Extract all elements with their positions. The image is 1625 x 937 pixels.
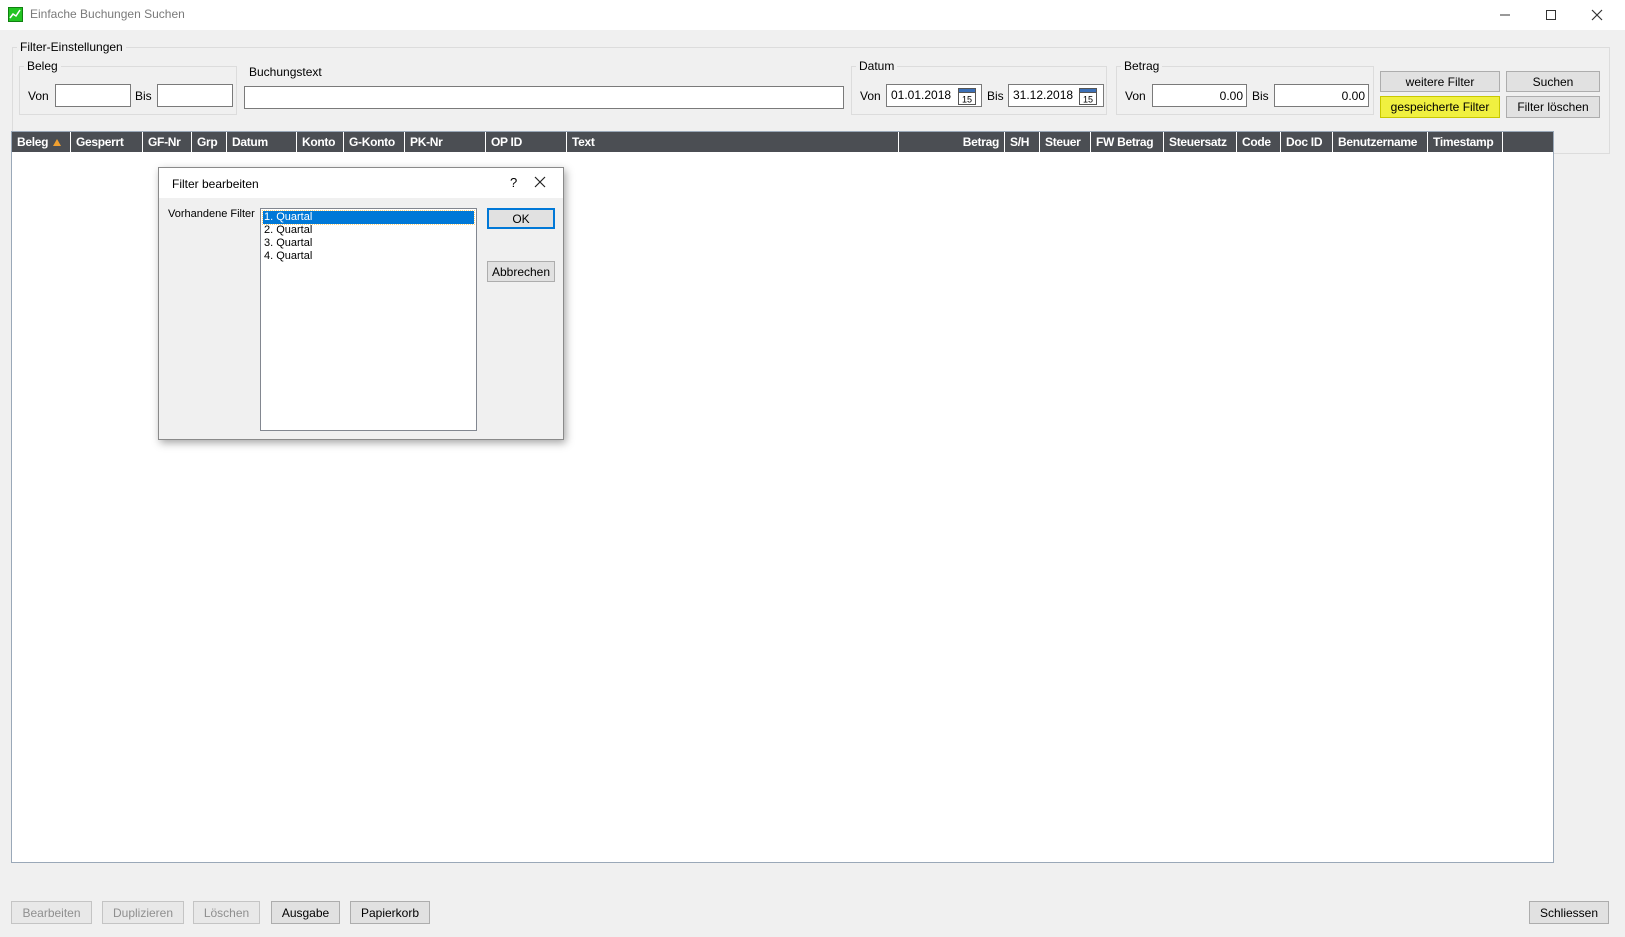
column-header-text[interactable]: Text <box>567 132 899 152</box>
datum-bis-calendar-button[interactable]: 15 <box>1079 87 1097 105</box>
beleg-label: Beleg <box>27 59 58 73</box>
column-header-pk-nr[interactable]: PK-Nr <box>405 132 486 152</box>
filter-settings-label: Filter-Einstellungen <box>20 40 123 54</box>
schliessen-button[interactable]: Schliessen <box>1529 901 1609 924</box>
dialog-help-button[interactable]: ? <box>510 175 517 190</box>
column-header-datum[interactable]: Datum <box>227 132 297 152</box>
dialog-title: Filter bearbeiten <box>172 177 259 191</box>
papierkorb-button[interactable]: Papierkorb <box>350 901 430 924</box>
dialog-title-bar: Filter bearbeiten ? <box>159 168 563 198</box>
calendar-day-number: 15 <box>962 95 972 105</box>
column-header-doc-id[interactable]: Doc ID <box>1281 132 1333 152</box>
filter-list-item[interactable]: 4. Quartal <box>263 250 474 263</box>
beleg-von-input[interactable] <box>55 84 131 107</box>
datum-von-calendar-button[interactable]: 15 <box>958 87 976 105</box>
datum-bis-value: 31.12.2018 <box>1013 88 1074 102</box>
column-header-fw-betrag[interactable]: FW Betrag <box>1091 132 1164 152</box>
gespeicherte-filter-button[interactable]: gespeicherte Filter <box>1380 96 1500 118</box>
minimize-icon <box>1500 14 1510 16</box>
datum-bis-label: Bis <box>987 89 1004 103</box>
beleg-bis-input[interactable] <box>157 84 233 107</box>
calendar-day-number: 15 <box>1083 95 1093 105</box>
column-header-timestamp[interactable]: Timestamp <box>1428 132 1503 152</box>
column-header-konto[interactable]: Konto <box>297 132 344 152</box>
buchungstext-label: Buchungstext <box>249 65 322 79</box>
window-title-bar: Einfache Buchungen Suchen <box>0 0 1625 30</box>
column-header-steuer[interactable]: Steuer <box>1040 132 1091 152</box>
datum-von-label: Von <box>860 89 881 103</box>
window-title: Einfache Buchungen Suchen <box>30 7 185 21</box>
close-icon <box>534 176 546 188</box>
column-header-code[interactable]: Code <box>1237 132 1281 152</box>
column-header-label: Beleg <box>17 135 49 149</box>
ausgabe-button[interactable]: Ausgabe <box>271 901 340 924</box>
column-header-steuersatz[interactable]: Steuersatz <box>1164 132 1237 152</box>
column-header-grp[interactable]: Grp <box>192 132 227 152</box>
betrag-bis-label: Bis <box>1252 89 1269 103</box>
column-header-betrag[interactable]: Betrag <box>899 132 1005 152</box>
column-header-benutzername[interactable]: Benutzername <box>1333 132 1428 152</box>
dialog-close-button[interactable] <box>533 175 549 191</box>
column-header-s-h[interactable]: S/H <box>1005 132 1040 152</box>
betrag-bis-input[interactable] <box>1274 84 1369 107</box>
buchungstext-input[interactable] <box>244 86 844 109</box>
weitere-filter-button[interactable]: weitere Filter <box>1380 71 1500 92</box>
betrag-von-input[interactable] <box>1152 84 1247 107</box>
filter-list-item[interactable]: 1. Quartal <box>262 210 475 225</box>
column-header-gesperrt[interactable]: Gesperrt <box>71 132 143 152</box>
maximize-icon <box>1546 10 1556 20</box>
filter-listbox[interactable]: 1. Quartal 2. Quartal 3. Quartal 4. Quar… <box>260 208 477 431</box>
column-header-op-id[interactable]: OP ID <box>486 132 567 152</box>
vorhandene-filter-label: Vorhandene Filter <box>168 208 255 220</box>
datum-von-value: 01.01.2018 <box>891 88 952 102</box>
filter-loeschen-button[interactable]: Filter löschen <box>1506 96 1600 118</box>
column-header-gf-nr[interactable]: GF-Nr <box>143 132 192 152</box>
minimize-button[interactable] <box>1482 0 1528 30</box>
filter-bearbeiten-dialog: Filter bearbeiten ? Vorhandene Filter 1.… <box>158 167 564 440</box>
filter-list-item[interactable]: 3. Quartal <box>263 237 474 250</box>
suchen-button[interactable]: Suchen <box>1506 71 1600 92</box>
calendar-icon: 15 <box>1079 88 1097 105</box>
close-icon <box>1591 9 1603 21</box>
column-header-beleg[interactable]: Beleg <box>12 132 71 152</box>
chart-app-icon <box>8 7 23 22</box>
dialog-ok-button[interactable]: OK <box>487 208 555 229</box>
betrag-label: Betrag <box>1124 59 1160 73</box>
close-button[interactable] <box>1574 0 1620 30</box>
dialog-abbrechen-button[interactable]: Abbrechen <box>487 261 555 282</box>
loeschen-button[interactable]: Löschen <box>193 901 260 924</box>
maximize-button[interactable] <box>1528 0 1574 30</box>
calendar-icon: 15 <box>958 88 976 105</box>
column-header-g-konto[interactable]: G-Konto <box>344 132 405 152</box>
grid-header: Beleg Gesperrt GF-Nr Grp Datum Konto G-K… <box>12 132 1553 152</box>
datum-label: Datum <box>859 59 895 73</box>
sort-ascending-icon <box>53 139 62 147</box>
duplizieren-button[interactable]: Duplizieren <box>102 901 184 924</box>
beleg-von-label: Von <box>28 89 49 103</box>
bearbeiten-button[interactable]: Bearbeiten <box>11 901 92 924</box>
beleg-bis-label: Bis <box>135 89 152 103</box>
filter-list-item[interactable]: 2. Quartal <box>263 224 474 237</box>
betrag-von-label: Von <box>1125 89 1146 103</box>
